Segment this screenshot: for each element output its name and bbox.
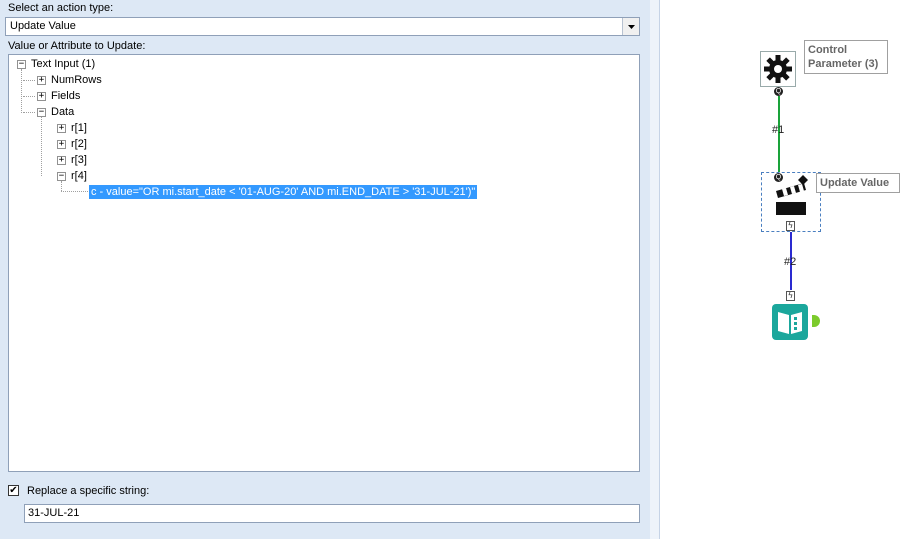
tree-item-root[interactable]: Text Input (1) xyxy=(31,57,95,71)
browse-book-icon xyxy=(772,304,808,340)
tree-item-numrows[interactable]: NumRows xyxy=(51,73,102,87)
attribute-tree[interactable]: − Text Input (1) + NumRows + Fields − Da… xyxy=(8,54,640,472)
action-type-select[interactable]: Update Value xyxy=(5,17,640,36)
bolt-anchor-icon[interactable]: ϟ xyxy=(786,221,795,231)
tree-item-r1[interactable]: r[1] xyxy=(71,121,87,135)
browse-tool[interactable] xyxy=(772,304,810,340)
action-type-value: Update Value xyxy=(10,20,76,32)
replace-string-checkbox[interactable]: ✔ xyxy=(8,485,19,496)
replace-string-label: Replace a specific string: xyxy=(27,485,150,497)
panel-splitter[interactable] xyxy=(650,0,660,539)
expand-icon[interactable]: + xyxy=(37,76,46,85)
value-attr-label: Value or Attribute to Update: xyxy=(8,40,146,52)
collapse-icon[interactable]: − xyxy=(17,60,26,69)
config-panel: Select an action type: Update Value Valu… xyxy=(0,0,650,539)
control-parameter-label: Control Parameter (3) xyxy=(804,40,888,74)
connection-1-label: #1 xyxy=(772,124,785,136)
question-anchor-icon[interactable]: Q xyxy=(774,87,783,96)
expand-icon[interactable]: + xyxy=(57,140,66,149)
chevron-down-icon[interactable] xyxy=(622,18,639,35)
tree-item-r3[interactable]: r[3] xyxy=(71,153,87,167)
update-value-label: Update Value xyxy=(816,173,900,193)
tree-item-r4[interactable]: r[4] xyxy=(71,169,87,183)
replace-string-value: 31-JUL-21 xyxy=(28,507,80,519)
bolt-anchor-icon[interactable]: ϟ xyxy=(786,291,795,301)
connection-2-label: #2 xyxy=(784,256,797,268)
workflow-canvas[interactable]: Q Control Parameter (3) #1 Q ϟ Update Va… xyxy=(660,0,905,539)
collapse-icon[interactable]: − xyxy=(57,172,66,181)
gear-icon xyxy=(764,55,792,83)
expand-icon[interactable]: + xyxy=(57,156,66,165)
tree-item-selected-value[interactable]: c - value="OR mi.start_date < '01-AUG-20… xyxy=(89,185,478,199)
expand-icon[interactable]: + xyxy=(37,92,46,101)
action-type-label: Select an action type: xyxy=(8,2,114,14)
collapse-icon[interactable]: − xyxy=(37,108,46,117)
tree-item-data[interactable]: Data xyxy=(51,105,74,119)
replace-string-input[interactable]: 31-JUL-21 xyxy=(24,504,640,523)
tree-item-fields[interactable]: Fields xyxy=(51,89,80,103)
question-anchor-icon[interactable]: Q xyxy=(774,173,783,182)
tree-item-r2[interactable]: r[2] xyxy=(71,137,87,151)
control-parameter-tool[interactable] xyxy=(760,51,796,87)
expand-icon[interactable]: + xyxy=(57,124,66,133)
